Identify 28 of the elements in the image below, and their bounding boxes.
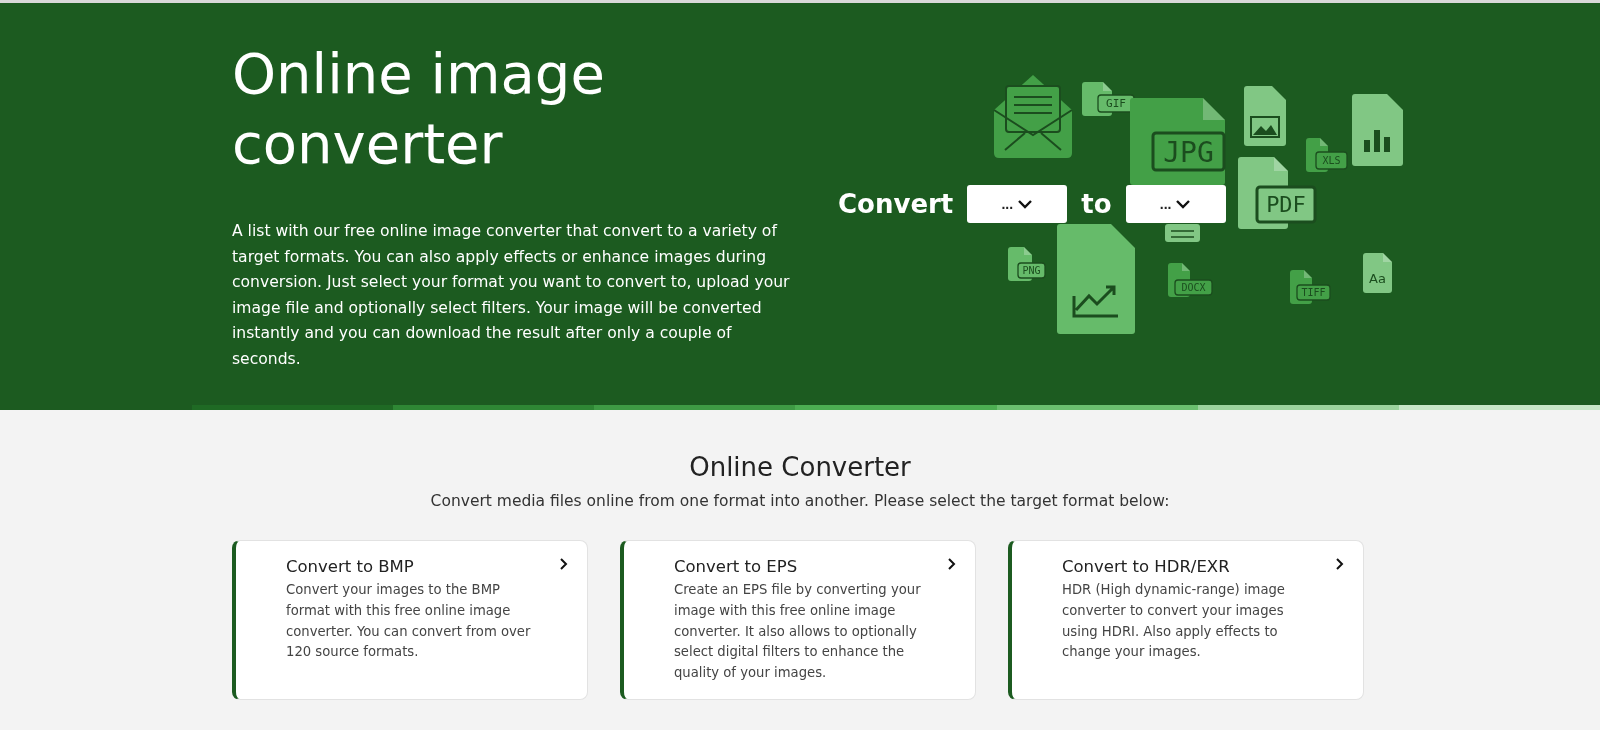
hero-description: A list with our free online image converter that convert to a variety of target formats. You can also apply effects or enhance images during conversion. Just select your format you want to convert to, upload your image file and optionally select filters. Your image will be converted instantly and you can download the result after only a couple of seconds. [232, 221, 791, 370]
source-format-select[interactable]: ... [967, 185, 1068, 223]
chevron-right-icon [947, 557, 957, 571]
section-subtitle: Convert media files online from one format into another. Please select the target format below: [429, 492, 1171, 510]
section-title: Online Converter [688, 452, 912, 482]
convert-label: Convert [838, 189, 954, 219]
chevron-down-icon [1175, 199, 1192, 209]
converter-card[interactable]: Convert to BMP Convert your images to the BMP format with this free online image converter. You can convert from over 120 source formats. [232, 540, 588, 700]
card-title: Convert to EPS [674, 557, 799, 576]
envelope-icon [993, 75, 1073, 158]
trend-file-icon [1057, 224, 1135, 334]
font-file-icon: Aa [1363, 253, 1392, 293]
target-format-select[interactable]: ... [1125, 185, 1226, 223]
card-description: Convert your images to the BMP format with this free online image converter. You can convert from over 120 source formats. [286, 581, 532, 662]
card-description: HDR (High dynamic-range) image converter to convert your images using HDRI. Also apply effects to change your images. [1062, 581, 1286, 662]
chevron-right-icon [559, 557, 569, 571]
file-icon: JPG [1130, 98, 1226, 185]
image-file-icon [1244, 86, 1286, 146]
to-label: to [1081, 189, 1112, 219]
chevron-down-icon [1017, 199, 1034, 209]
card-title: Convert to HDR/EXR [1062, 557, 1231, 576]
converter-card[interactable]: Convert to HDR/EXR HDR (High dynamic-range) image converter to convert your images using HDRI. Also apply effects to change your images. [1008, 540, 1364, 700]
chevron-right-icon [1335, 557, 1345, 571]
hero-title: Online image converter [232, 40, 606, 178]
chart-file-icon [1352, 94, 1403, 166]
converter-card[interactable]: Convert to EPS Create an EPS file by converting your image with this free online image converter. It also allows to optionally select digital filters to enhance the quality of your images. [620, 540, 976, 700]
card-title: Convert to BMP [286, 557, 415, 576]
card-description: Create an EPS file by converting your image with this free online image converter. It also allows to optionally select digital filters to enhance the quality of your images. [674, 581, 922, 683]
